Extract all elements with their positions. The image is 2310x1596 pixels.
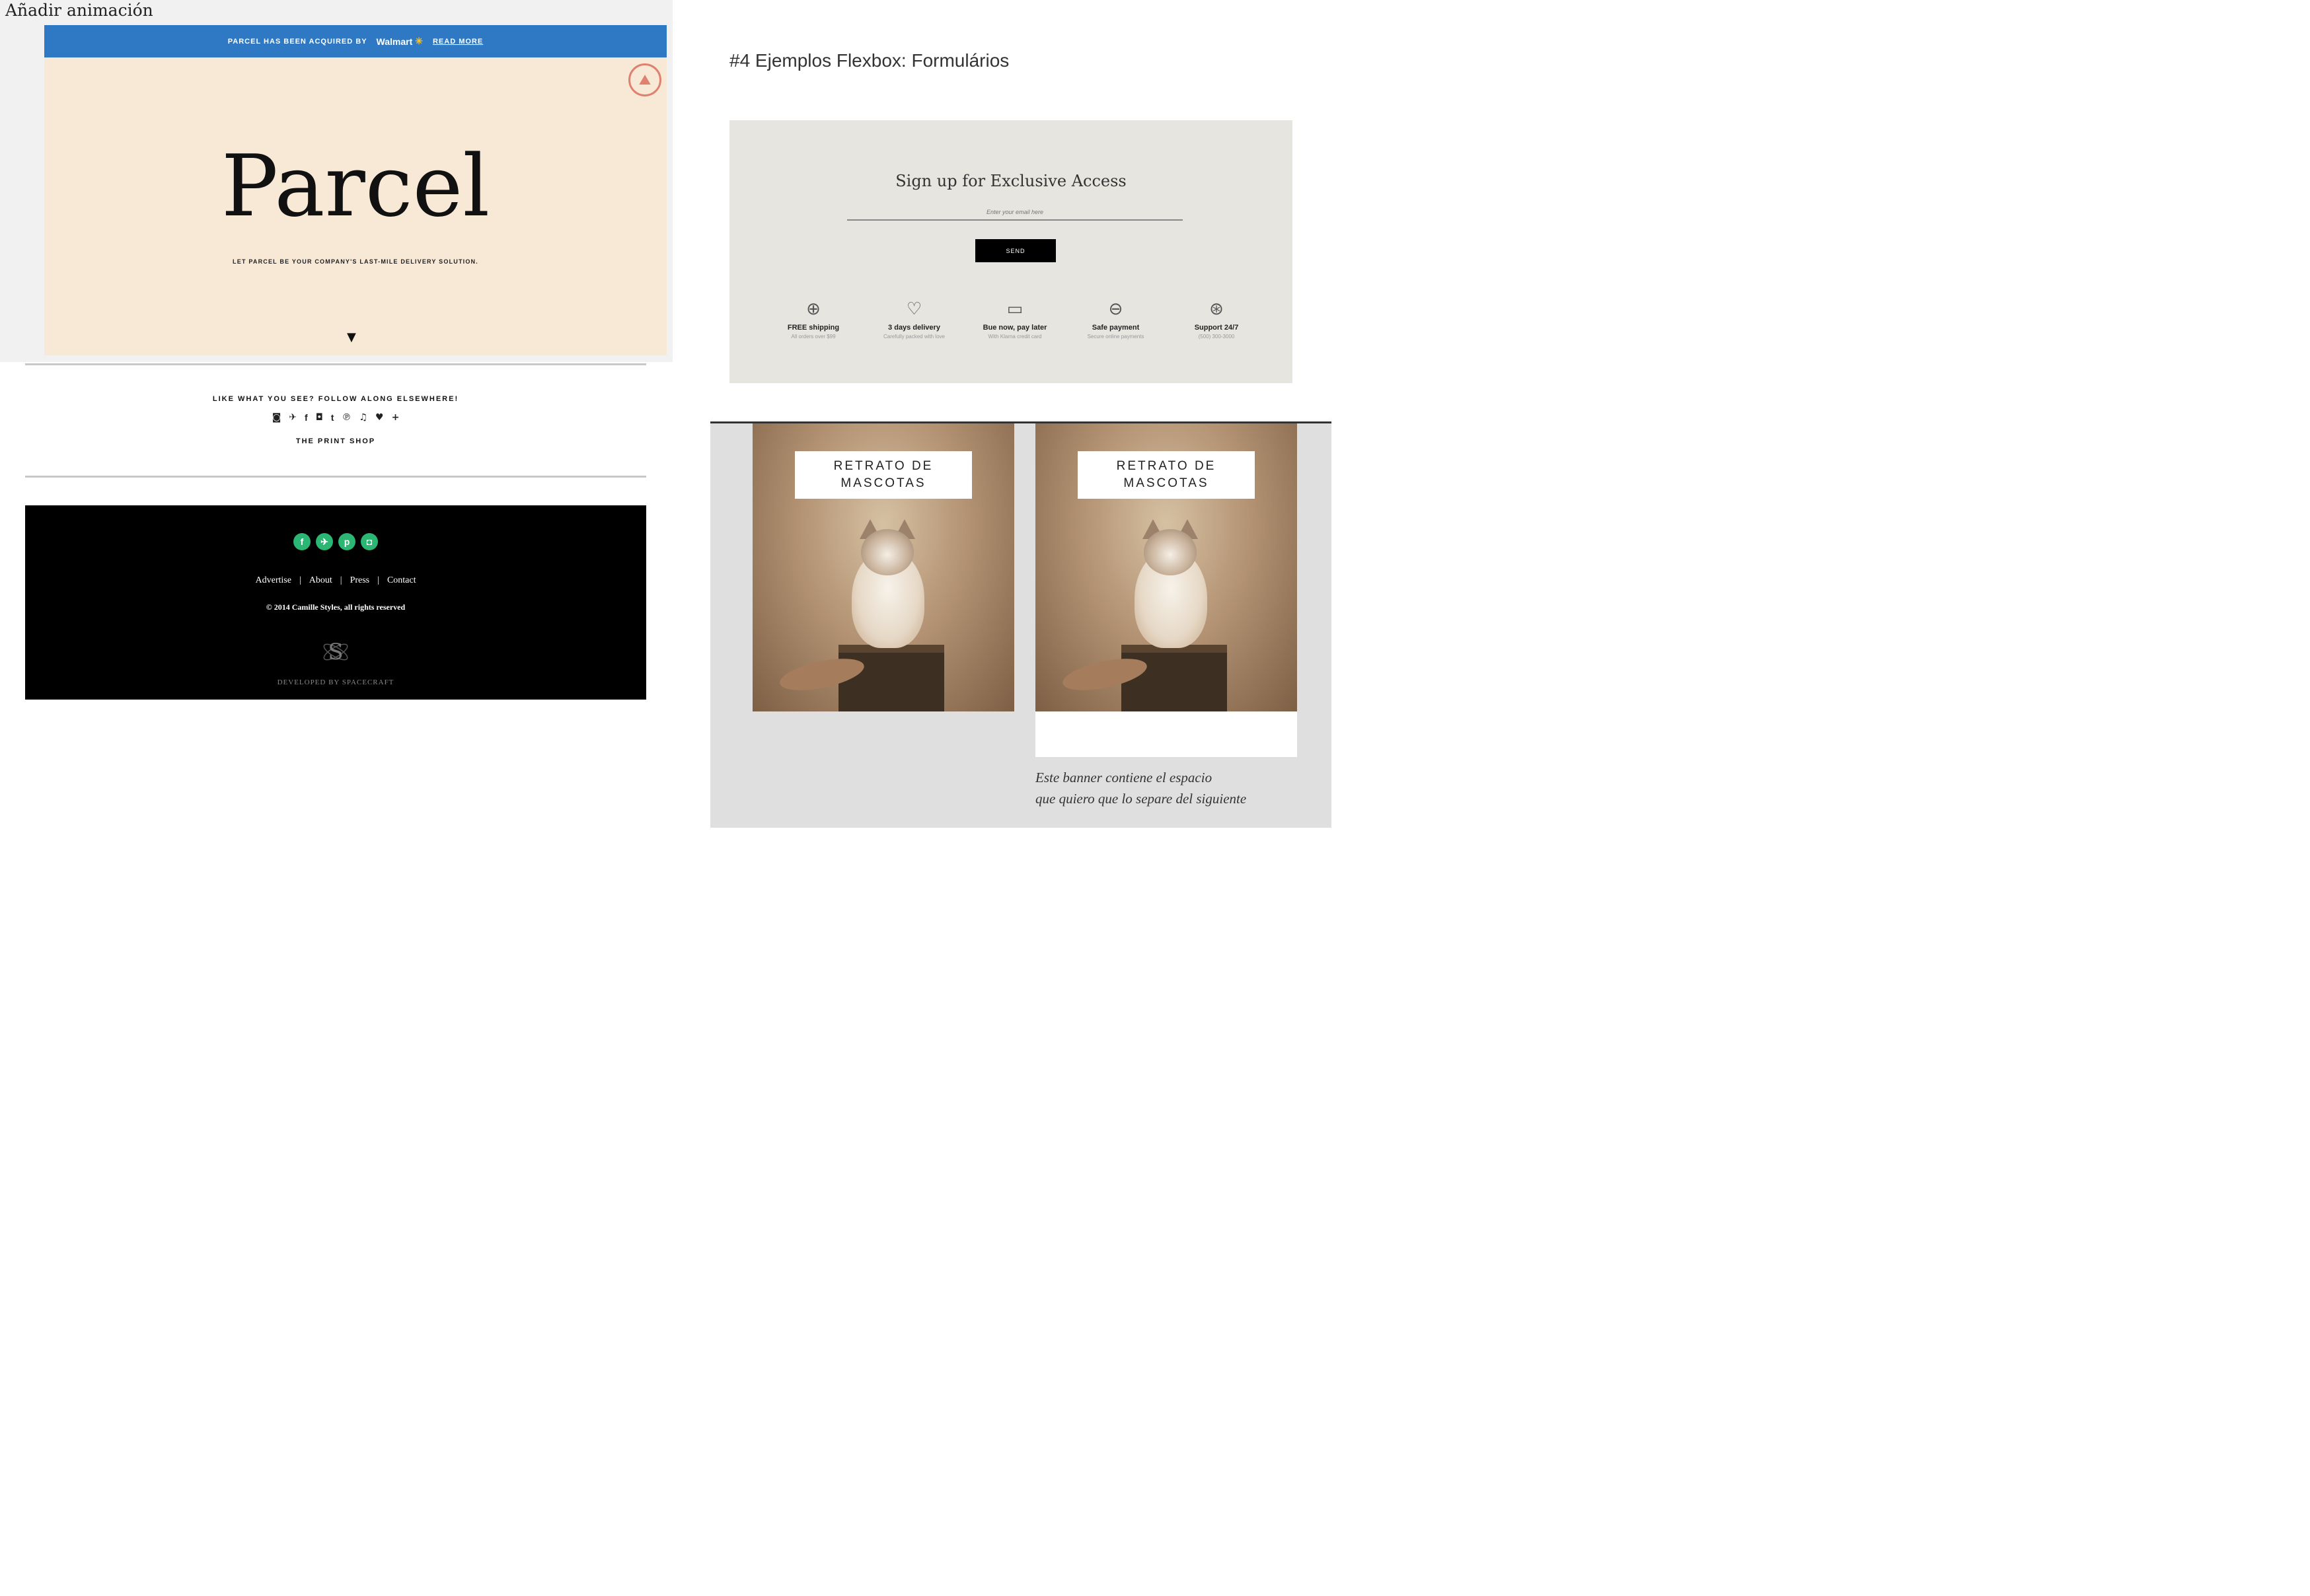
card-label: RETRATO DE MASCOTAS	[795, 451, 972, 499]
footer-social-icons: f ✈ p ◘	[25, 533, 646, 550]
print-shop-link[interactable]: THE PRINT SHOP	[25, 437, 646, 445]
feature-title: Support 24/7	[1194, 324, 1239, 332]
lifebuoy-icon: ⊛	[1209, 299, 1224, 318]
twitter-icon[interactable]: ✈	[289, 412, 297, 423]
feature-subtitle: (500) 300-3000	[1198, 334, 1235, 340]
pet-card[interactable]: RETRATO DE MASCOTAS	[753, 423, 1014, 711]
features-row: ⊕ FREE shipping All orders over $99 ♡ 3 …	[770, 299, 1259, 340]
feature-pay-later: ▭ Bue now, pay later With Klarna credit …	[972, 299, 1058, 340]
feature-subtitle: Carefully packed with love	[883, 334, 945, 340]
footer-link-press[interactable]: Press	[350, 575, 370, 586]
facebook-icon[interactable]: f	[305, 412, 308, 423]
parcel-tagline: LET PARCEL BE YOUR COMPANY'S LAST-MILE D…	[233, 258, 478, 265]
signup-form: Sign up for Exclusive Access SEND ⊕ FREE…	[729, 120, 1292, 383]
read-more-link[interactable]: READ MORE	[433, 38, 483, 46]
instagram-icon[interactable]: ◘	[361, 533, 378, 550]
banner-note: Este banner contiene el espacio que quie…	[1035, 770, 1247, 807]
footer-link-contact[interactable]: Contact	[387, 575, 416, 586]
instagram-icon[interactable]: ◘	[316, 412, 323, 423]
parcel-website-preview: PARCEL HAS BEEN ACQUIRED BY Walmart ✳ RE…	[44, 25, 667, 355]
feature-title: Safe payment	[1092, 324, 1140, 332]
lock-icon: ⊖	[1108, 299, 1123, 318]
feature-subtitle: With Klarna credit card	[988, 334, 1042, 340]
copyright-text: © 2014 Camille Styles, all rights reserv…	[266, 602, 406, 612]
twitter-icon[interactable]: ✈	[316, 533, 333, 550]
walmart-logo-text: Walmart	[376, 36, 413, 47]
feature-subtitle: Secure online payments	[1087, 334, 1144, 340]
section-heading: #4 Ejemplos Flexbox: Formulários	[729, 50, 1010, 71]
link-separator: |	[340, 575, 342, 585]
chevron-down-icon[interactable]: ▼	[347, 330, 356, 344]
facebook-icon[interactable]: f	[293, 533, 311, 550]
parcel-stamp-icon: ⛰	[628, 63, 661, 96]
heart-icon: ♡	[906, 299, 922, 318]
wallet-icon: ▭	[1006, 299, 1024, 318]
acquisition-text: PARCEL HAS BEEN ACQUIRED BY	[227, 37, 367, 46]
feature-free-shipping: ⊕ FREE shipping All orders over $99	[770, 299, 856, 340]
globe-icon: ⊕	[806, 299, 821, 318]
link-separator: |	[299, 575, 301, 585]
music-icon[interactable]: ♫	[359, 412, 367, 423]
rss-icon[interactable]: ◙	[272, 412, 281, 423]
feature-safe-payment: ⊖ Safe payment Secure online payments	[1073, 299, 1159, 340]
social-icons-row: ◙ ✈ f ◘ t ℗ ♫ ♥ +	[25, 412, 646, 423]
footer-nav: Advertise | About | Press | Contact	[25, 575, 646, 586]
feature-title: 3 days delivery	[888, 324, 940, 332]
feature-delivery: ♡ 3 days delivery Carefully packed with …	[872, 299, 957, 340]
plus-icon[interactable]: +	[392, 412, 400, 423]
follow-heading: LIKE WHAT YOU SEE? FOLLOW ALONG ELSEWHER…	[212, 395, 459, 403]
divider-top	[25, 363, 646, 365]
site-footer: f ✈ p ◘ Advertise | About | Press | Cont…	[25, 505, 646, 700]
heart-icon[interactable]: ♥	[375, 412, 384, 423]
walmart-spark-icon: ✳	[415, 36, 424, 46]
footer-link-advertise[interactable]: Advertise	[256, 575, 291, 586]
pinterest-icon[interactable]: ℗	[342, 412, 351, 423]
parcel-panel: Añadir animación PARCEL HAS BEEN ACQUIRE…	[0, 0, 673, 362]
feature-title: FREE shipping	[787, 324, 840, 332]
card-label: RETRATO DE MASCOTAS	[1078, 451, 1255, 499]
acquisition-banner: PARCEL HAS BEEN ACQUIRED BY Walmart ✳ RE…	[44, 25, 667, 57]
pinterest-icon[interactable]: p	[338, 533, 355, 550]
spacecraft-logo-icon: S	[321, 637, 350, 667]
divider-bottom	[25, 476, 646, 478]
card-spacer	[1035, 711, 1297, 757]
feature-title: Bue now, pay later	[983, 324, 1047, 332]
email-field[interactable]	[847, 205, 1183, 221]
send-button[interactable]: SEND	[975, 239, 1056, 262]
feature-support: ⊛ Support 24/7 (500) 300-3000	[1174, 299, 1259, 340]
feature-subtitle: All orders over $99	[791, 334, 836, 340]
link-separator: |	[377, 575, 379, 585]
footer-link-about[interactable]: About	[309, 575, 332, 586]
pet-portrait-banner: RETRATO DE MASCOTAS RETRATO DE MASCOTAS …	[710, 423, 1331, 828]
signup-title: Sign up for Exclusive Access	[895, 172, 1127, 190]
pet-card[interactable]: RETRATO DE MASCOTAS	[1035, 423, 1297, 711]
add-animation-label[interactable]: Añadir animación	[5, 0, 153, 21]
tumblr-icon[interactable]: t	[331, 412, 334, 423]
parcel-title: Parcel	[221, 137, 490, 236]
developed-by-text[interactable]: DEVELOPED BY SPACECRAFT	[25, 678, 646, 686]
